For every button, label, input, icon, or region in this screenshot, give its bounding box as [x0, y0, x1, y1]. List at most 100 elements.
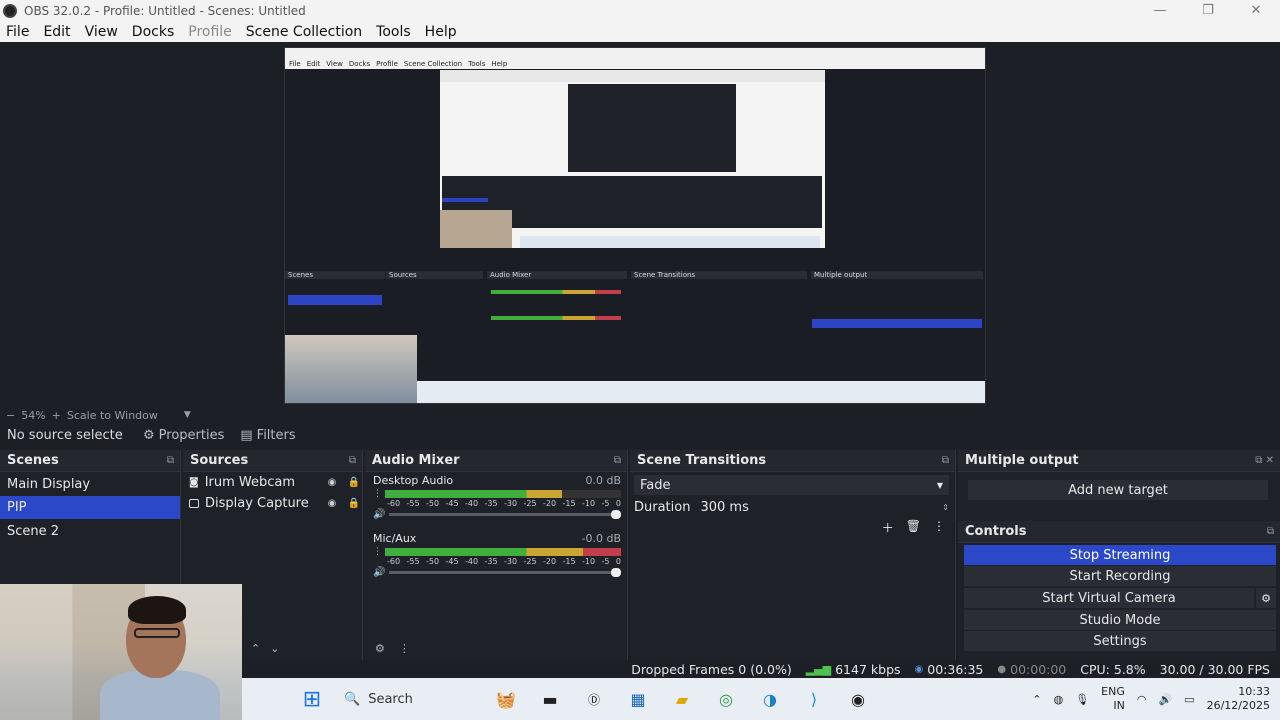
wifi-icon[interactable]: ◠ — [1137, 693, 1147, 706]
scale-tick: -40 — [465, 557, 479, 566]
virtual-camera-settings-icon[interactable]: ⚙ — [1256, 588, 1276, 608]
language-indicator[interactable]: ENG IN — [1101, 685, 1125, 713]
windows-start-icon[interactable]: ⊞ — [299, 686, 325, 712]
stream-time-value: 00:36:35 — [927, 661, 984, 677]
mixer-channel-desktop: Desktop Audio 0.0 dB ⋮ -60 -55 -50 -45 -40 -3… — [365, 472, 627, 520]
float-dock-icon[interactable]: ⧉ — [942, 455, 949, 466]
chevron-up-icon[interactable]: ⌃ — [1032, 693, 1041, 706]
properties-button[interactable]: ⚙ Properties — [143, 428, 224, 443]
scene-item-main-display[interactable]: Main Display — [0, 473, 180, 496]
microphone-icon[interactable]: 🎙 — [1075, 693, 1089, 706]
mixer-menu-icon[interactable]: ⋮ — [399, 642, 410, 655]
settings-button[interactable]: Settings — [964, 631, 1276, 651]
nested-menu-scene-collection: Scene Collection — [403, 59, 463, 68]
audio-mixer-dock: Audio Mixer ⧉ Desktop Audio 0.0 dB ⋮ -60… — [365, 450, 628, 660]
float-dock-icon[interactable]: ⧉ — [349, 455, 356, 466]
duration-label: Duration — [634, 499, 691, 515]
menu-docks[interactable]: Docks — [126, 24, 182, 40]
float-dock-icon[interactable]: ⧉ — [1267, 526, 1274, 537]
controls-title: Controls — [965, 524, 1027, 539]
menu-scene-collection[interactable]: Scene Collection — [240, 24, 370, 40]
start-virtual-camera-button[interactable]: Start Virtual Camera — [964, 588, 1254, 608]
source-item-display-capture[interactable]: Display Capture ◉ 🔒 — [183, 493, 362, 514]
app-tray-icon[interactable]: ◍ — [1054, 693, 1064, 706]
audio-mixer-title: Audio Mixer — [372, 453, 460, 468]
start-recording-button[interactable]: Start Recording — [964, 566, 1276, 586]
file-explorer-icon[interactable]: ▰ — [669, 686, 695, 712]
taskbar-search[interactable]: 🔍 Search — [334, 692, 484, 707]
float-dock-icon[interactable]: ⧉ — [614, 455, 621, 466]
volume-slider[interactable] — [389, 568, 621, 577]
move-up-icon[interactable]: ⌃ — [251, 642, 260, 655]
menu-edit[interactable]: Edit — [37, 24, 78, 40]
filters-button[interactable]: ▤ Filters — [240, 428, 295, 443]
stop-streaming-button[interactable]: Stop Streaming — [964, 545, 1276, 565]
webcam-overlay — [0, 584, 242, 720]
scene-item-scene-2[interactable]: Scene 2 — [0, 520, 180, 543]
float-dock-icon[interactable]: ⧉ — [167, 455, 174, 466]
advanced-audio-icon[interactable]: ⚙ — [375, 642, 385, 655]
volume-slider[interactable] — [389, 510, 621, 519]
scale-tick: -55 — [406, 499, 420, 508]
move-down-icon[interactable]: ⌄ — [270, 642, 279, 655]
task-view-icon[interactable]: ▬ — [537, 686, 563, 712]
properties-label: Properties — [158, 427, 225, 443]
menu-tools[interactable]: Tools — [370, 24, 419, 40]
program-preview[interactable]: File Edit View Docks Profile Scene Colle… — [284, 47, 986, 404]
volume-icon[interactable]: 🔊 — [1158, 693, 1172, 706]
spinner-arrows-icon[interactable]: ⇕ — [942, 503, 949, 512]
zoom-in-button[interactable]: + — [52, 409, 61, 422]
battery-icon[interactable]: ▭ — [1184, 693, 1194, 706]
studio-mode-button[interactable]: Studio Mode — [964, 610, 1276, 630]
window-title: OBS 32.0.2 - Profile: Untitled - Scenes:… — [24, 3, 306, 18]
maximize-button[interactable]: ❐ — [1184, 3, 1232, 18]
zoom-mode[interactable]: Scale to Window — [67, 409, 158, 422]
nested-screen — [440, 70, 825, 248]
visibility-eye-icon[interactable]: ◉ — [324, 477, 340, 488]
mixer-bottom-bar: ⚙ ⋮ — [365, 636, 627, 660]
volume-meter — [385, 490, 621, 498]
minimize-button[interactable]: — — [1136, 3, 1184, 18]
edge-icon[interactable]: ◑ — [757, 686, 783, 712]
lock-icon[interactable]: 🔒 — [346, 498, 362, 509]
chevron-down-icon: ▼ — [936, 480, 943, 490]
lock-icon[interactable]: 🔒 — [346, 477, 362, 488]
close-button[interactable]: ✕ — [1232, 3, 1280, 18]
chrome-icon[interactable]: ◎ — [713, 686, 739, 712]
zoom-out-button[interactable]: − — [6, 409, 15, 422]
store-icon[interactable]: ▦ — [625, 686, 651, 712]
speaker-icon[interactable]: 🔊 — [373, 567, 385, 578]
menu-file[interactable]: File — [0, 24, 37, 40]
more-icon[interactable]: ⋮ — [933, 519, 945, 536]
vscode-icon[interactable]: ⟩ — [801, 686, 827, 712]
scale-tick: -20 — [543, 557, 557, 566]
dock-controls[interactable]: ⧉ ✕ — [1255, 455, 1274, 466]
channel-menu-icon[interactable]: ⋮ — [373, 489, 382, 499]
obs-taskbar-icon[interactable]: ◉ — [845, 686, 871, 712]
trash-icon[interactable]: 🗑 — [906, 519, 921, 536]
volume-knob[interactable] — [611, 568, 621, 577]
channel-db: 0.0 dB — [585, 474, 621, 487]
add-new-target-button[interactable]: Add new target — [968, 480, 1268, 500]
source-name: Irum Webcam — [204, 475, 296, 490]
nested-menu-help: Help — [491, 59, 508, 68]
menu-view[interactable]: View — [79, 24, 126, 40]
duration-input[interactable]: 300 ms — [700, 500, 942, 515]
scenes-title: Scenes — [7, 453, 59, 468]
visibility-eye-icon[interactable]: ◉ — [324, 498, 340, 509]
dell-icon[interactable]: Ⓓ — [581, 686, 607, 712]
channel-menu-icon[interactable]: ⋮ — [373, 547, 382, 557]
bitrate: ▂▄▆ 6147 kbps — [806, 662, 901, 677]
chevron-down-icon[interactable]: ▼ — [184, 410, 191, 420]
menu-help[interactable]: Help — [419, 24, 465, 40]
speaker-icon[interactable]: 🔊 — [373, 509, 385, 520]
scene-item-pip[interactable]: PIP — [0, 496, 180, 519]
volume-knob[interactable] — [611, 510, 621, 519]
menu-profile[interactable]: Profile — [182, 24, 240, 40]
widgets-icon[interactable]: 🧺 — [493, 686, 519, 712]
clock[interactable]: 10:33 26/12/2025 — [1207, 685, 1270, 713]
transition-select[interactable]: Fade ▼ — [634, 475, 949, 495]
source-item-irum-webcam[interactable]: ◙ Irum Webcam ◉ 🔒 — [183, 472, 362, 493]
add-icon[interactable]: ＋ — [882, 519, 894, 536]
scale-tick: -30 — [504, 557, 518, 566]
